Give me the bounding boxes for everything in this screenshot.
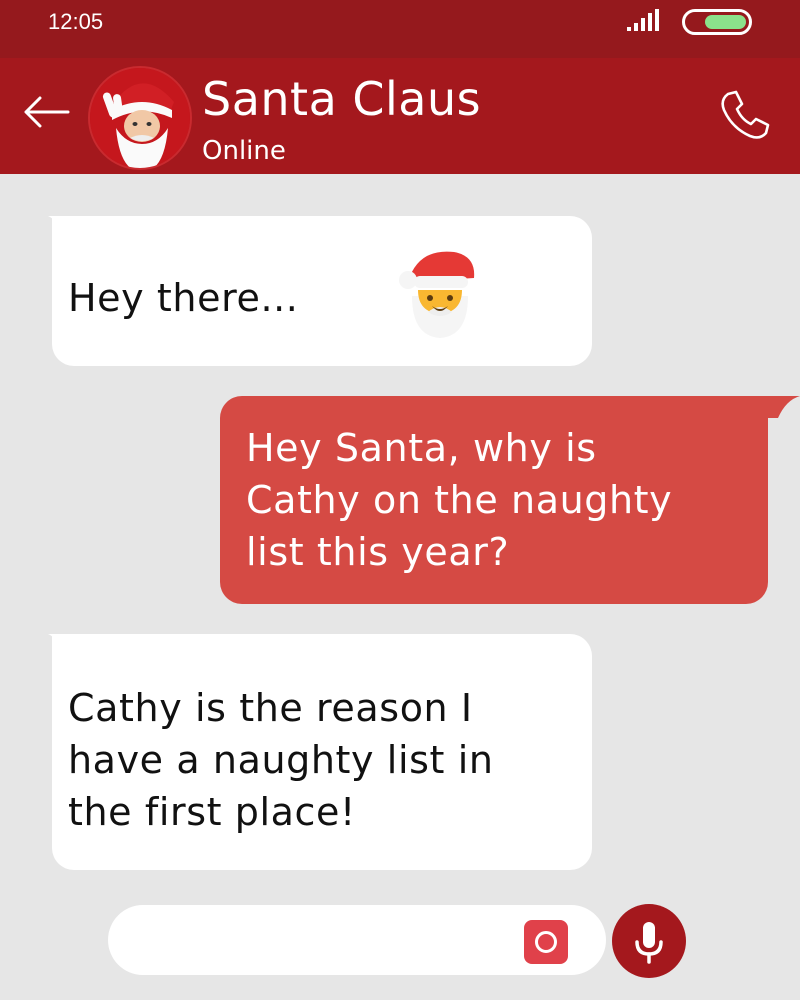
back-arrow-icon[interactable] (18, 92, 74, 132)
santa-face-emoji (399, 251, 475, 338)
message-text: Cathy is the reason I have a naughty lis… (68, 682, 568, 838)
message-line: Hey Santa, why is (246, 426, 597, 470)
message-bubble-incoming: Cathy is the reason I have a naughty lis… (52, 634, 592, 870)
message-line: Cathy on the naughty (246, 478, 673, 522)
status-bar: 12:05 (0, 0, 800, 58)
avatar[interactable] (88, 66, 192, 170)
chat-header: Santa Claus Online (0, 58, 800, 174)
message-line: have a naughty list in (68, 738, 494, 782)
message-line: list this year? (246, 530, 510, 574)
microphone-button[interactable] (612, 904, 686, 978)
message-bubble-incoming: Hey there... (52, 216, 592, 366)
microphone-icon (635, 922, 663, 964)
message-line: the first place! (68, 790, 356, 834)
camera-lens (535, 931, 557, 953)
contact-name: Santa Claus (202, 72, 482, 126)
message-text: Hey Santa, why is Cathy on the naughty l… (246, 422, 746, 578)
contact-status: Online (202, 136, 286, 166)
message-line: Cathy is the reason I (68, 686, 473, 730)
message-bubble-outgoing: Hey Santa, why is Cathy on the naughty l… (220, 396, 768, 604)
message-text: Hey there... (68, 276, 299, 320)
phone-icon[interactable] (716, 86, 774, 144)
status-time: 12:05 (48, 9, 104, 34)
camera-icon[interactable] (524, 920, 568, 964)
signal-bars-icon (627, 9, 659, 31)
battery-icon (682, 9, 752, 35)
santa-avatar-image (90, 68, 190, 168)
battery-level (705, 15, 746, 29)
